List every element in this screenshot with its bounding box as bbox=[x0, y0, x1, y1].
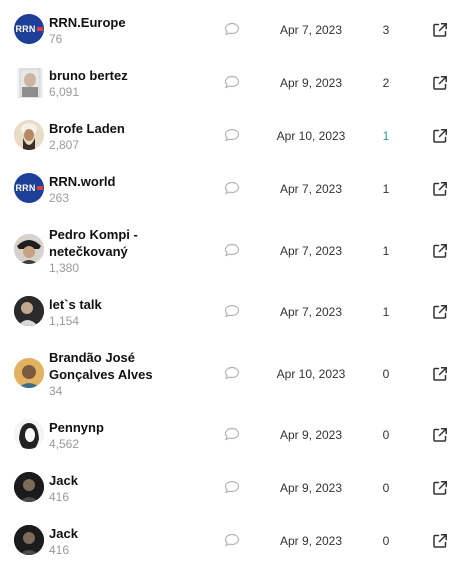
follower-count: 6,091 bbox=[49, 85, 80, 99]
avatar-image bbox=[14, 296, 44, 326]
avatar[interactable] bbox=[14, 419, 44, 449]
mention-count: 1 bbox=[382, 305, 390, 319]
follower-count: 1,380 bbox=[49, 261, 80, 275]
account-name[interactable]: Brandão José Gonçalves Alves bbox=[49, 349, 174, 383]
date: Apr 10, 2023 bbox=[276, 367, 346, 381]
mention-count: 1 bbox=[382, 244, 390, 258]
follower-count: 34 bbox=[49, 384, 63, 398]
avatar[interactable] bbox=[14, 358, 44, 388]
mention-count: 2 bbox=[382, 76, 390, 90]
avatar-image bbox=[14, 358, 44, 388]
avatar[interactable] bbox=[14, 525, 44, 555]
date: Apr 7, 2023 bbox=[279, 305, 343, 319]
date: Apr 9, 2023 bbox=[279, 76, 343, 90]
follower-count: 1,154 bbox=[49, 314, 80, 328]
avatar-image bbox=[14, 472, 44, 502]
external-link-icon[interactable] bbox=[432, 366, 448, 382]
accounts-list: RRN RRN.Europe 76 Apr 7, 2023 3 bruno be… bbox=[0, 0, 463, 570]
account-name[interactable]: Brofe Laden bbox=[49, 120, 159, 137]
date: Apr 7, 2023 bbox=[279, 244, 343, 258]
follower-count: 4,562 bbox=[49, 437, 80, 451]
avatar-logo-text: RRN bbox=[15, 24, 36, 34]
external-link-icon[interactable] bbox=[432, 480, 448, 496]
comment-icon[interactable] bbox=[224, 181, 240, 195]
flag-icon bbox=[36, 186, 43, 190]
comment-icon[interactable] bbox=[224, 533, 240, 547]
comment-icon[interactable] bbox=[224, 243, 240, 257]
external-link-icon[interactable] bbox=[432, 181, 448, 197]
mention-count: 1 bbox=[382, 129, 390, 143]
external-link-icon[interactable] bbox=[432, 75, 448, 91]
avatar-image bbox=[19, 68, 41, 98]
avatar[interactable] bbox=[17, 68, 43, 98]
account-name[interactable]: Pedro Kompi - netečkovaný bbox=[49, 226, 159, 260]
mention-count: 0 bbox=[382, 428, 390, 442]
avatar[interactable] bbox=[14, 472, 44, 502]
comment-icon[interactable] bbox=[224, 480, 240, 494]
comment-icon[interactable] bbox=[224, 128, 240, 142]
account-name[interactable]: Jack bbox=[49, 525, 159, 542]
mention-count: 0 bbox=[382, 367, 390, 381]
follower-count: 416 bbox=[49, 543, 70, 557]
mention-count: 3 bbox=[382, 23, 390, 37]
comment-icon[interactable] bbox=[224, 304, 240, 318]
external-link-icon[interactable] bbox=[432, 22, 448, 38]
avatar[interactable] bbox=[14, 296, 44, 326]
avatar[interactable] bbox=[14, 120, 44, 150]
avatar-image bbox=[14, 419, 44, 449]
date: Apr 7, 2023 bbox=[279, 182, 343, 196]
comment-icon[interactable] bbox=[224, 427, 240, 441]
mention-count: 0 bbox=[382, 534, 390, 548]
follower-count: 416 bbox=[49, 490, 70, 504]
comment-icon[interactable] bbox=[224, 22, 240, 36]
avatar-image bbox=[14, 120, 44, 150]
mention-count: 0 bbox=[382, 481, 390, 495]
avatar-logo-text: RRN bbox=[15, 183, 36, 193]
account-name[interactable]: Pennynp bbox=[49, 419, 159, 436]
date: Apr 9, 2023 bbox=[279, 428, 343, 442]
external-link-icon[interactable] bbox=[432, 304, 448, 320]
avatar-image bbox=[14, 234, 44, 264]
account-name[interactable]: bruno bertez bbox=[49, 67, 159, 84]
follower-count: 76 bbox=[49, 32, 63, 46]
account-name[interactable]: let`s talk bbox=[49, 296, 159, 313]
avatar[interactable]: RRN bbox=[14, 14, 44, 44]
date: Apr 7, 2023 bbox=[279, 23, 343, 37]
external-link-icon[interactable] bbox=[432, 128, 448, 144]
date: Apr 9, 2023 bbox=[279, 481, 343, 495]
account-name[interactable]: RRN.world bbox=[49, 173, 159, 190]
external-link-icon[interactable] bbox=[432, 427, 448, 443]
mention-count: 1 bbox=[382, 182, 390, 196]
flag-icon bbox=[36, 27, 43, 31]
external-link-icon[interactable] bbox=[432, 243, 448, 259]
account-name[interactable]: RRN.Europe bbox=[49, 14, 159, 31]
comment-icon[interactable] bbox=[224, 366, 240, 380]
comment-icon[interactable] bbox=[224, 75, 240, 89]
avatar[interactable] bbox=[14, 234, 44, 264]
avatar[interactable]: RRN bbox=[14, 173, 44, 203]
date: Apr 10, 2023 bbox=[276, 129, 346, 143]
follower-count: 263 bbox=[49, 191, 70, 205]
follower-count: 2,807 bbox=[49, 138, 80, 152]
date: Apr 9, 2023 bbox=[279, 534, 343, 548]
avatar-image bbox=[14, 525, 44, 555]
external-link-icon[interactable] bbox=[432, 533, 448, 549]
account-name[interactable]: Jack bbox=[49, 472, 159, 489]
